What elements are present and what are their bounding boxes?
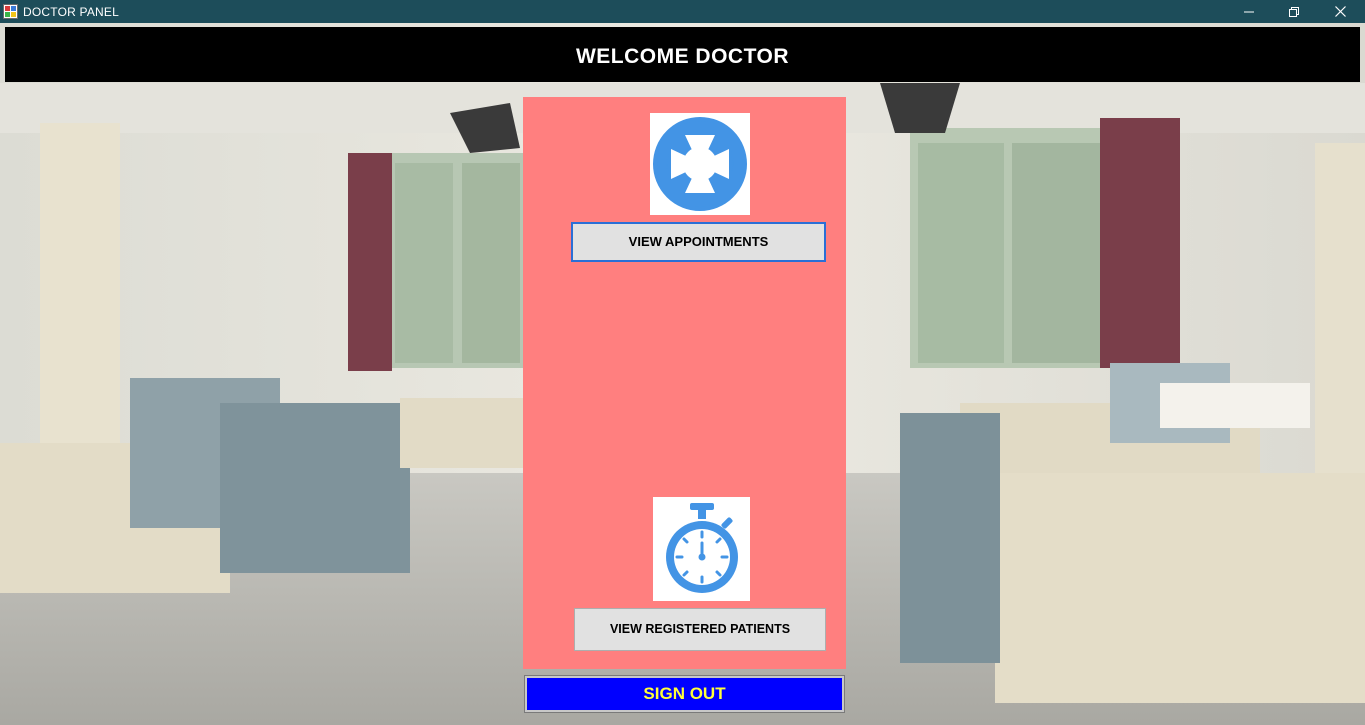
view-appointments-button[interactable]: VIEW APPOINTMENTS — [571, 222, 826, 262]
restore-button[interactable] — [1271, 0, 1317, 23]
window-title: DOCTOR PANEL — [23, 5, 119, 19]
stopwatch-icon — [665, 503, 738, 593]
page-title: WELCOME DOCTOR — [575, 45, 790, 68]
minimize-button[interactable] — [1226, 0, 1272, 23]
close-icon — [1334, 6, 1346, 17]
minimize-icon — [1244, 11, 1254, 12]
client-area: WELCOME DOCTOR VIEW APPOINTMENTS VIEW RE… — [0, 23, 1365, 725]
doctor-menu-panel: VIEW APPOINTMENTS VIEW REGISTERED PATIEN… — [523, 97, 846, 669]
window-titlebar[interactable]: DOCTOR PANEL — [0, 0, 1365, 23]
app-icon — [3, 4, 18, 19]
appointments-tile — [650, 113, 750, 215]
sign-out-button[interactable]: SIGN OUT — [524, 675, 845, 713]
restore-icon — [1289, 6, 1299, 17]
close-button[interactable] — [1317, 0, 1363, 23]
view-registered-patients-button[interactable]: VIEW REGISTERED PATIENTS — [574, 608, 826, 651]
header-bar: WELCOME DOCTOR — [5, 27, 1360, 82]
patients-tile — [653, 497, 750, 601]
lifebuoy-icon — [653, 117, 747, 211]
